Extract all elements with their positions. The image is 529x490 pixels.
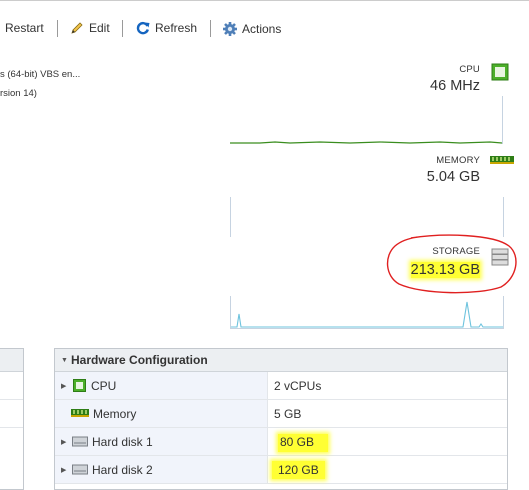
toolbar-divider — [57, 20, 58, 37]
action-toolbar: Restart Edit Refresh Actions — [0, 0, 529, 57]
hardware-row-memory: Memory 5 GB — [55, 400, 507, 428]
gear-icon — [223, 22, 237, 36]
restart-label: Restart — [5, 21, 44, 35]
expand-icon[interactable]: ▶ — [61, 382, 71, 390]
pencil-icon — [71, 22, 83, 34]
refresh-button[interactable]: Refresh — [136, 21, 197, 35]
hardware-row-label: CPU — [91, 378, 117, 393]
hardware-row-hard-disk-2[interactable]: ▶ Hard disk 2 120 GB — [55, 456, 507, 484]
hardware-row-value: 2 vCPUs — [274, 378, 322, 393]
memory-metric-value: 5.04 GB — [426, 169, 480, 185]
memory-stick-icon — [490, 156, 514, 164]
hardware-panel-title: Hardware Configuration — [71, 353, 208, 367]
hardware-configuration-panel: ▼ Hardware Configuration ▶ CPU 2 vCPUs M… — [54, 348, 508, 490]
compatibility-text: rsion 14) — [0, 88, 37, 99]
value-highlight: 80 GB — [278, 433, 329, 452]
restart-button[interactable]: Restart — [5, 21, 44, 35]
value-highlight: 120 GB — [272, 460, 325, 479]
hardware-panel-header[interactable]: ▼ Hardware Configuration — [55, 349, 507, 372]
red-annotation-circle — [386, 234, 517, 294]
hardware-row-label: Hard disk 2 — [92, 462, 153, 477]
cpu-metric-label: CPU — [459, 64, 480, 75]
edit-button[interactable]: Edit — [70, 21, 110, 35]
memory-sparkline — [230, 197, 504, 237]
toolbar-divider — [122, 20, 123, 37]
cpu-icon — [73, 379, 86, 392]
hard-disk-icon — [72, 436, 88, 447]
cpu-sparkline — [230, 96, 503, 144]
edit-label: Edit — [89, 21, 110, 35]
hardware-row-label: Hard disk 1 — [92, 434, 153, 449]
storage-sparkline — [230, 296, 504, 329]
refresh-label: Refresh — [155, 21, 198, 35]
hard-disk-icon — [72, 464, 88, 475]
refresh-icon — [136, 21, 150, 35]
guest-os-text: s (64-bit) VBS en... — [0, 69, 81, 80]
hardware-row-label: Memory — [93, 406, 137, 421]
toolbar-divider — [210, 20, 211, 37]
cpu-chip-icon — [491, 63, 509, 81]
actions-label: Actions — [242, 22, 282, 36]
hardware-row-value: 80 GB — [272, 433, 329, 452]
hardware-row-hard-disk-1[interactable]: ▶ Hard disk 1 80 GB — [55, 428, 507, 456]
expand-icon[interactable]: ▶ — [61, 466, 71, 474]
hardware-row-value: 5 GB — [274, 406, 302, 421]
actions-menu-button[interactable]: Actions — [222, 21, 281, 37]
memory-icon — [71, 409, 89, 417]
expand-icon[interactable]: ▶ — [61, 438, 71, 446]
hardware-row-cpu[interactable]: ▶ CPU 2 vCPUs — [55, 372, 507, 400]
left-partial-panel — [0, 348, 24, 490]
hardware-row-value: 120 GB — [266, 460, 325, 479]
collapse-icon: ▼ — [61, 356, 68, 364]
cpu-metric-value: 46 MHz — [430, 78, 480, 94]
memory-metric-label: MEMORY — [436, 155, 480, 166]
